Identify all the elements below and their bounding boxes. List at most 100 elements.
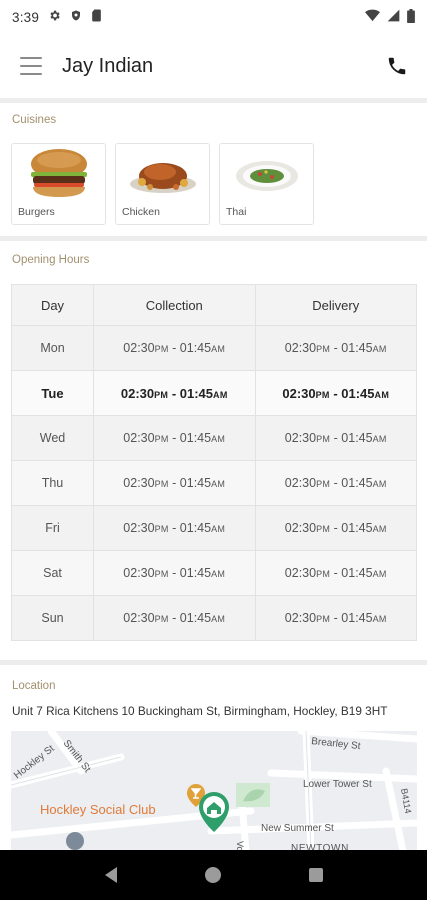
- meridiem: AM: [374, 389, 390, 400]
- meridiem: PM: [316, 479, 331, 489]
- day-cell: Mon: [11, 325, 94, 371]
- time-value: 02:30: [284, 431, 317, 445]
- meridiem: PM: [315, 389, 330, 400]
- time-value: - 01:45: [168, 521, 212, 535]
- collection-hours-cell: 02:30PM - 01:45AM: [93, 460, 256, 506]
- sim-icon: [91, 9, 102, 25]
- cuisine-label: Thai: [226, 206, 247, 218]
- collection-hours-cell: 02:30PM - 01:45AM: [93, 505, 256, 551]
- location-map[interactable]: Brearley St Smith St Hockley St Lower To…: [11, 731, 417, 851]
- meridiem: PM: [154, 389, 169, 400]
- meridiem: AM: [211, 614, 226, 624]
- divider: [0, 660, 427, 665]
- meridiem: AM: [372, 524, 387, 534]
- navigation-bar: [0, 850, 427, 900]
- meridiem: PM: [316, 344, 331, 354]
- status-right: [365, 8, 415, 26]
- back-icon[interactable]: [96, 860, 126, 890]
- meridiem: PM: [316, 614, 331, 624]
- time-value: 02:30: [123, 431, 155, 445]
- status-time: 3:39: [12, 9, 40, 25]
- time-value: 02:30: [284, 521, 317, 535]
- day-cell: Tue: [11, 370, 94, 416]
- collection-hours-cell: 02:30PM - 01:45AM: [93, 595, 256, 641]
- signal-icon: [387, 9, 400, 25]
- wifi-icon: [365, 9, 380, 25]
- status-bar: 3:39: [0, 0, 427, 34]
- time-value: - 01:45: [330, 611, 373, 625]
- location-heading: Location: [12, 680, 56, 692]
- meridiem: AM: [211, 569, 226, 579]
- time-value: 02:30: [284, 611, 317, 625]
- time-value: 02:30: [123, 341, 155, 355]
- meridiem: AM: [372, 614, 387, 624]
- delivery-hours-cell: 02:30PM - 01:45AM: [254, 550, 417, 596]
- cuisine-card-chicken[interactable]: Chicken: [115, 143, 210, 225]
- time-value: 02:30: [284, 476, 317, 490]
- hamburger-menu-icon[interactable]: [20, 57, 42, 75]
- column-header-collection: Collection: [93, 284, 256, 326]
- delivery-hours-cell: 02:30PM - 01:45AM: [254, 370, 417, 416]
- status-left: 3:39: [12, 9, 102, 25]
- time-value: - 01:45: [329, 385, 375, 401]
- poi-icon: [66, 832, 84, 850]
- table-row: Tue 02:30PM - 01:45AM 02:30PM - 01:45AM: [11, 370, 417, 416]
- table-row: Mon 02:30PM - 01:45AM 02:30PM - 01:45AM: [11, 325, 417, 371]
- delivery-hours-cell: 02:30PM - 01:45AM: [254, 460, 417, 506]
- phone-icon[interactable]: [383, 52, 411, 80]
- meridiem: PM: [316, 434, 331, 444]
- recents-icon[interactable]: [301, 860, 331, 890]
- opening-hours-heading: Opening Hours: [12, 254, 90, 266]
- map-label-lower-tower: Lower Tower St: [303, 779, 372, 790]
- roast-chicken-image: [130, 163, 196, 193]
- meridiem: AM: [372, 479, 387, 489]
- cuisine-card-thai[interactable]: Thai: [219, 143, 314, 225]
- day-cell: Fri: [11, 505, 94, 551]
- time-value: - 01:45: [330, 476, 373, 490]
- cuisine-label: Burgers: [18, 206, 55, 218]
- divider: [0, 236, 427, 241]
- opening-hours-table: Day Collection Delivery Mon 02:30PM - 01:…: [11, 284, 417, 641]
- column-header-day: Day: [11, 284, 94, 326]
- meridiem: AM: [372, 569, 387, 579]
- time-value: 02:30: [123, 521, 155, 535]
- time-value: 02:30: [284, 566, 317, 580]
- delivery-hours-cell: 02:30PM - 01:45AM: [254, 415, 417, 461]
- time-value: - 01:45: [168, 385, 214, 401]
- time-value: 02:30: [120, 385, 155, 401]
- day-cell: Sun: [11, 595, 94, 641]
- time-value: - 01:45: [168, 611, 212, 625]
- shield-icon: [70, 9, 82, 25]
- map-label-new-summer: New Summer St: [261, 823, 334, 834]
- day-cell: Thu: [11, 460, 94, 506]
- collection-hours-cell: 02:30PM - 01:45AM: [93, 550, 256, 596]
- time-value: 02:30: [284, 341, 317, 355]
- time-value: - 01:45: [330, 341, 373, 355]
- table-row: Fri 02:30PM - 01:45AM 02:30PM - 01:45AM: [11, 505, 417, 551]
- cuisine-card-burgers[interactable]: Burgers: [11, 143, 106, 225]
- gear-icon: [48, 9, 61, 25]
- time-value: - 01:45: [330, 431, 373, 445]
- battery-icon: [407, 8, 415, 26]
- meridiem: AM: [211, 434, 226, 444]
- meridiem: AM: [213, 389, 228, 400]
- time-value: 02:30: [282, 385, 316, 401]
- table-row: Thu 02:30PM - 01:45AM 02:30PM - 01:45AM: [11, 460, 417, 506]
- meridiem: AM: [372, 434, 387, 444]
- meridiem: PM: [154, 569, 169, 579]
- meridiem: PM: [316, 569, 331, 579]
- cuisines-list: Burgers Chicken Thai: [11, 143, 314, 225]
- thai-dish-image: [236, 161, 298, 191]
- time-value: - 01:45: [168, 431, 212, 445]
- table-row: Sun 02:30PM - 01:45AM 02:30PM - 01:45AM: [11, 595, 417, 641]
- home-icon[interactable]: [198, 860, 228, 890]
- meridiem: PM: [154, 344, 169, 354]
- table-row: Sat 02:30PM - 01:45AM 02:30PM - 01:45AM: [11, 550, 417, 596]
- meridiem: AM: [211, 524, 226, 534]
- cuisine-label: Chicken: [122, 206, 160, 218]
- collection-hours-cell: 02:30PM - 01:45AM: [93, 370, 256, 416]
- meridiem: PM: [154, 614, 169, 624]
- divider: [0, 98, 427, 103]
- time-value: - 01:45: [168, 341, 212, 355]
- time-value: - 01:45: [330, 566, 373, 580]
